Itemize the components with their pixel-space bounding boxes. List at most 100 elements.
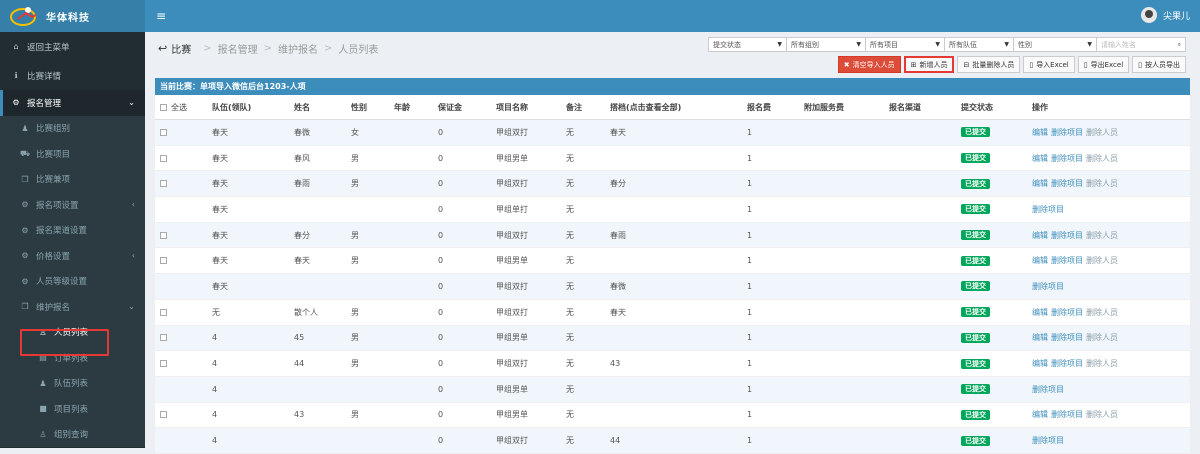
remark-cell: 无 — [566, 179, 574, 189]
edit-link[interactable]: 编辑 — [1032, 128, 1048, 137]
delete-person-link[interactable]: 删除人员 — [1086, 179, 1118, 188]
sidebar-item[interactable]: ⚙ 报名项设置 ‹ — [0, 192, 145, 218]
team-cell: 4 — [212, 410, 218, 420]
status-filter-select[interactable]: 提交状态 ▼ — [708, 37, 787, 52]
project-cell: 甲组双打 — [496, 230, 528, 240]
sidebar-toggle-icon[interactable]: ≡ — [156, 9, 166, 23]
delete-project-link[interactable]: 删除项目 — [1032, 282, 1064, 291]
project-filter-select[interactable]: 所有项目 ▼ — [865, 37, 945, 52]
edit-link[interactable]: 编辑 — [1032, 231, 1048, 240]
edit-link[interactable]: 编辑 — [1032, 308, 1048, 317]
row-checkbox-cell — [160, 410, 167, 419]
breadcrumb-item[interactable]: 比赛 — [171, 41, 191, 56]
sidebar-item[interactable]: ⚙ 报名渠道设置 — [0, 217, 145, 243]
table-header-cell[interactable]: 全选 — [160, 102, 187, 113]
batch-delete-button[interactable]: ⊟ 批量删除人员 — [957, 56, 1021, 73]
delete-project-link[interactable]: 删除项目 — [1032, 385, 1064, 394]
table-row: 4 43 男 0 甲组男单 无 1 已提交 编辑 删除项目 删除人员 — [155, 403, 1190, 429]
delete-person-link[interactable]: 删除人员 — [1086, 128, 1118, 137]
partner-cell[interactable]: 春微 — [610, 281, 626, 292]
caret-down-icon: ▼ — [1004, 41, 1009, 48]
sidebar-item[interactable]: ⌂ 返回主菜单 — [0, 32, 145, 61]
team-filter-select[interactable]: 所有队伍 ▼ — [944, 37, 1014, 52]
sidebar-item[interactable]: ❐ 比赛兼项 — [0, 166, 145, 192]
status-badge: 已提交 — [961, 435, 990, 446]
delete-project-link[interactable]: 删除项目 — [1032, 436, 1064, 445]
select-all-checkbox[interactable] — [160, 103, 167, 111]
sidebar-item[interactable]: ⛟ 比赛项目 — [0, 141, 145, 167]
delete-project-link[interactable]: 删除项目 — [1051, 359, 1083, 368]
delete-project-link[interactable]: 删除项目 — [1032, 205, 1064, 214]
delete-project-link[interactable]: 删除项目 — [1051, 308, 1083, 317]
delete-person-link[interactable]: 删除人员 — [1086, 359, 1118, 368]
edit-link[interactable]: 编辑 — [1032, 410, 1048, 419]
partner-cell[interactable]: 春分 — [610, 178, 626, 189]
breadcrumb-item[interactable]: 维护报名 — [278, 41, 318, 56]
delete-person-link[interactable]: 删除人员 — [1086, 231, 1118, 240]
operations-cell: 删除项目 — [1032, 281, 1067, 292]
sidebar-item[interactable]: ■ 项目列表 — [0, 396, 145, 422]
partner-cell[interactable]: 春天 — [610, 127, 626, 138]
sidebar-item[interactable]: ♟ 比赛组别 — [0, 115, 145, 141]
gender-filter-select[interactable]: 性别 ▼ — [1013, 37, 1097, 52]
delete-project-link[interactable]: 删除项目 — [1051, 333, 1083, 342]
delete-person-link[interactable]: 删除人员 — [1086, 256, 1118, 265]
sidebar-item[interactable]: ℹ 比赛详情 — [0, 61, 145, 90]
table-row: 春天 春风 男 0 甲组男单 无 1 已提交 编辑 删除项目 删除人员 — [155, 146, 1190, 172]
operations-cell: 编辑 删除项目 删除人员 — [1032, 255, 1121, 266]
fee-cell: 1 — [747, 410, 753, 420]
delete-project-link[interactable]: 删除项目 — [1051, 179, 1083, 188]
row-checkbox[interactable] — [160, 231, 167, 239]
row-checkbox[interactable] — [160, 360, 167, 368]
status-cell: 已提交 — [961, 153, 990, 164]
edit-link[interactable]: 编辑 — [1032, 333, 1048, 342]
name-search-input[interactable]: 请输入姓名 ⌕ — [1096, 37, 1186, 52]
clear-imported-button[interactable]: ✖ 清空导入人员 — [837, 56, 901, 73]
export-excel-button[interactable]: ▯ 导出Excel — [1077, 56, 1130, 73]
sidebar-item[interactable]: ⚙ 人员等级设置 — [0, 268, 145, 294]
sidebar-item[interactable]: ⚙ 报名管理 ⌄ — [0, 90, 145, 116]
row-checkbox[interactable] — [160, 308, 167, 316]
row-checkbox[interactable] — [160, 180, 167, 188]
breadcrumb-item[interactable]: 报名管理 — [218, 41, 258, 56]
sidebar-item[interactable]: ⚙ 价格设置 ‹ — [0, 243, 145, 269]
partner-cell[interactable]: 43 — [610, 359, 620, 368]
sidebar-item[interactable]: ♟ 队伍列表 — [0, 370, 145, 396]
delete-person-link[interactable]: 删除人员 — [1086, 308, 1118, 317]
user-menu[interactable]: 尖果儿 — [1140, 7, 1190, 23]
row-checkbox[interactable] — [160, 411, 167, 419]
import-excel-button[interactable]: ▯ 导入Excel — [1023, 56, 1075, 73]
delete-project-link[interactable]: 删除项目 — [1051, 128, 1083, 137]
delete-project-link[interactable]: 删除项目 — [1051, 410, 1083, 419]
partner-cell[interactable]: 春天 — [610, 307, 626, 318]
partner-cell[interactable]: 44 — [610, 436, 620, 445]
export-by-person-button[interactable]: ▯ 按人员导出 — [1132, 56, 1186, 73]
add-person-button[interactable]: ⊞ 新增人员 — [903, 56, 955, 73]
edit-link[interactable]: 编辑 — [1032, 179, 1048, 188]
sidebar-item-label: 比赛组别 — [36, 124, 71, 135]
edit-link[interactable]: 编辑 — [1032, 256, 1048, 265]
row-checkbox[interactable] — [160, 128, 167, 136]
delete-person-link[interactable]: 删除人员 — [1086, 410, 1118, 419]
team-cell: 春天 — [212, 230, 228, 240]
row-checkbox[interactable] — [160, 257, 167, 265]
sidebar-item[interactable]: ❐ 维护报名 ⌄ — [0, 294, 145, 320]
search-icon[interactable]: ⌕ — [1178, 41, 1181, 49]
logo[interactable]: 华体科技 — [0, 0, 145, 32]
edit-link[interactable]: 编辑 — [1032, 359, 1048, 368]
group-filter-select[interactable]: 所有组别 ▼ — [786, 37, 866, 52]
partner-cell[interactable]: 春雨 — [610, 230, 626, 241]
delete-person-link[interactable]: 删除人员 — [1086, 154, 1118, 163]
row-checkbox[interactable] — [160, 334, 167, 342]
row-checkbox[interactable] — [160, 154, 167, 162]
edit-link[interactable]: 编辑 — [1032, 154, 1048, 163]
delete-project-link[interactable]: 删除项目 — [1051, 154, 1083, 163]
delete-project-link[interactable]: 删除项目 — [1051, 256, 1083, 265]
table-header-cell: 保证金 — [438, 102, 462, 112]
status-cell: 已提交 — [961, 307, 990, 318]
table-header-cell: 提交状态 — [961, 102, 993, 112]
sidebar-item[interactable]: ♙ 组别查询 — [0, 421, 145, 447]
delete-person-link[interactable]: 删除人员 — [1086, 333, 1118, 342]
back-arrow-icon[interactable]: ↩ — [158, 42, 167, 55]
delete-project-link[interactable]: 删除项目 — [1051, 231, 1083, 240]
